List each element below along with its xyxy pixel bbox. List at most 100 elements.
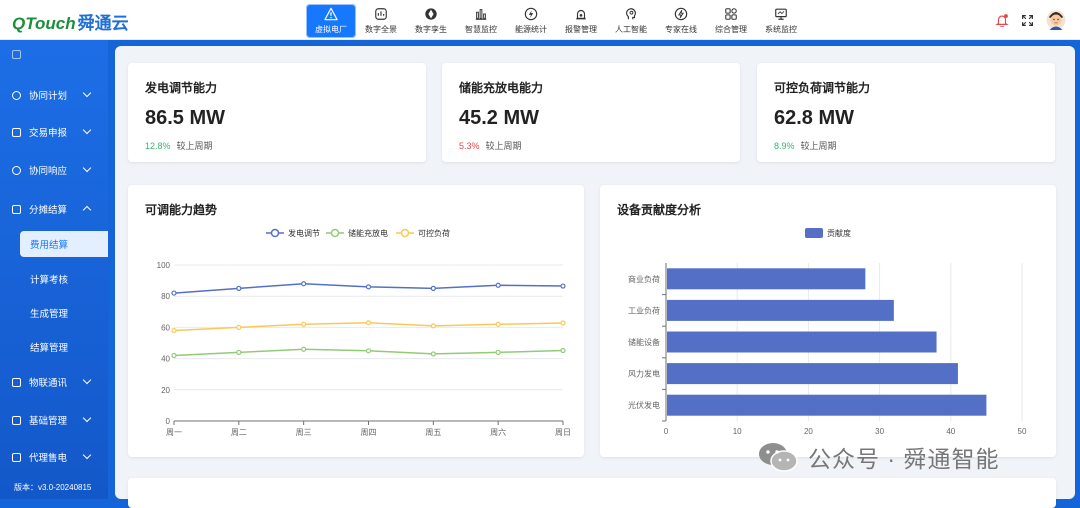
data-point	[301, 346, 307, 352]
nav-virtual-power-plant[interactable]: 虚拟电厂	[306, 4, 356, 38]
sidebar: 协同计划 交易申报 协同响应 分摊结算 费用结算 计算考核 生成管理 结算管理 …	[0, 40, 108, 499]
nav-digital-panorama[interactable]: 数字全景	[356, 4, 406, 38]
data-point	[171, 352, 177, 359]
chevron-down-icon	[82, 375, 92, 385]
chevron-down-icon	[82, 125, 92, 135]
wechat-icon	[759, 443, 798, 472]
logo[interactable]: QTouch 舜通云	[12, 9, 129, 34]
x-tick-label: 30	[875, 427, 884, 436]
data-point	[301, 281, 307, 287]
data-point	[236, 349, 242, 355]
legend-label: 贡献度	[827, 228, 851, 238]
chevron-down-icon	[82, 88, 92, 98]
trend-chart-panel: 可调能力趋势 0 20 40 60 80 100 周一 周二 周三 周四 周五 周六 周日 发电调节 储能充…	[128, 185, 584, 457]
sale-icon	[12, 452, 21, 462]
nav-system-monitoring[interactable]: 系统监控	[756, 4, 806, 38]
next-panel	[128, 478, 1056, 508]
bar-chart-icon	[475, 9, 487, 20]
sidebar-item-collab-plan[interactable]: 协同计划	[0, 83, 108, 107]
x-tick-label: 周二	[231, 428, 247, 437]
data-point	[560, 347, 566, 354]
nav-label: 专家在线	[665, 25, 697, 34]
nav-label: 系统监控	[765, 25, 797, 34]
data-point	[301, 321, 307, 327]
y-tick-label: 0	[166, 417, 171, 426]
notification-bell-icon[interactable]	[995, 13, 1009, 27]
nav-alarm-management[interactable]: 报警管理	[556, 4, 606, 38]
y-tick-label: 光伏发电	[628, 400, 660, 410]
nav-label: 综合管理	[715, 25, 747, 34]
chevron-down-icon	[82, 163, 92, 173]
nav-artificial-intelligence[interactable]: 人工智能	[606, 4, 656, 38]
nav-label: 数字孪生	[415, 25, 447, 34]
bar	[667, 268, 866, 290]
data-point	[365, 320, 372, 326]
data-point	[495, 349, 501, 355]
sidebar-item-iot[interactable]: 物联通讯	[0, 370, 108, 394]
bar	[667, 394, 987, 416]
data-point	[495, 282, 501, 288]
sidebar-subitem-label: 计算考核	[30, 275, 69, 286]
settlement-icon	[12, 204, 21, 214]
watermark-text: 公众号 · 舜通智能	[808, 446, 1000, 472]
sidebar-item-base-management[interactable]: 基础管理	[0, 408, 108, 432]
y-tick-label: 40	[161, 355, 170, 364]
x-tick-label: 10	[733, 427, 742, 436]
chevron-up-icon	[82, 205, 92, 215]
x-tick-label: 周日	[555, 428, 571, 437]
data-point	[171, 327, 177, 334]
document-icon	[12, 127, 21, 137]
sidebar-subitem-generate-management[interactable]: 生成管理	[20, 300, 108, 326]
header-tools	[995, 9, 1066, 31]
y-tick-label: 80	[161, 292, 170, 301]
legend-swatch	[805, 228, 823, 238]
x-tick-label: 周六	[490, 427, 506, 437]
sidebar-subitem-settlement-management[interactable]: 结算管理	[20, 334, 108, 360]
nav-smart-monitoring[interactable]: 智慧监控	[456, 4, 506, 38]
nav-label: 人工智能	[615, 25, 647, 34]
nav-expert-online[interactable]: 专家在线	[656, 4, 706, 38]
sidebar-item-label: 基础管理	[29, 416, 68, 427]
fullscreen-icon[interactable]	[1021, 14, 1034, 27]
stat-change-label: 较上周期	[485, 141, 522, 151]
sidebar-subitem-calc-assessment[interactable]: 计算考核	[20, 266, 108, 292]
user-avatar[interactable]	[1046, 9, 1066, 31]
monitor-icon	[775, 8, 787, 20]
data-point	[236, 285, 242, 292]
nav-label: 虚拟电厂	[315, 25, 347, 34]
aperture-icon	[425, 8, 437, 20]
stat-change-value: 8.9%	[774, 141, 795, 151]
nav-digital-twin[interactable]: 数字孪生	[406, 4, 456, 38]
data-point	[495, 321, 501, 327]
sidebar-subitem-fee-settlement[interactable]: 费用结算	[20, 231, 108, 257]
x-tick-label: 20	[804, 427, 813, 436]
panorama-icon	[375, 8, 387, 20]
sidebar-item-agent-sale[interactable]: 代理售电	[0, 445, 108, 469]
bar	[667, 299, 894, 321]
contribution-chart-panel: 设备贡献度分析 0 10 20 30 40 50 贡献度 光伏发电 风力发电 储能设备 工业负荷 商业…	[600, 185, 1056, 457]
sidebar-item-cut-off[interactable]	[0, 48, 108, 60]
stat-change: 8.9% 较上周期	[774, 139, 837, 152]
home-icon	[12, 49, 21, 59]
nav-comprehensive-management[interactable]: 综合管理	[706, 4, 756, 38]
sidebar-item-settlement[interactable]: 分摊结算	[0, 197, 108, 221]
data-point	[236, 324, 242, 330]
stat-title: 发电调节能力	[145, 81, 218, 95]
y-tick-label: 储能设备	[628, 337, 660, 347]
stat-value: 62.8 MW	[774, 107, 855, 129]
sidebar-item-collab-response[interactable]: 协同响应	[0, 158, 108, 182]
y-tick-label: 工业负荷	[628, 305, 660, 315]
stat-title: 储能充放电能力	[459, 81, 544, 95]
sidebar-item-trade-declare[interactable]: 交易申报	[0, 120, 108, 144]
sidebar-subitem-label: 生成管理	[30, 309, 69, 320]
stat-title: 可控负荷调节能力	[774, 81, 871, 95]
stat-card-storage: 储能充放电能力 45.2 MW 5.3% 较上周期	[442, 63, 740, 162]
stat-value: 86.5 MW	[145, 107, 226, 129]
chevron-down-icon	[82, 413, 92, 423]
x-tick-label: 周一	[166, 428, 182, 437]
stat-change-label: 较上周期	[800, 141, 837, 151]
grid-icon	[725, 8, 737, 20]
sidebar-item-label: 代理售电	[29, 453, 68, 464]
legend-marker	[270, 228, 280, 238]
nav-energy-statistics[interactable]: 能源统计	[506, 4, 556, 38]
